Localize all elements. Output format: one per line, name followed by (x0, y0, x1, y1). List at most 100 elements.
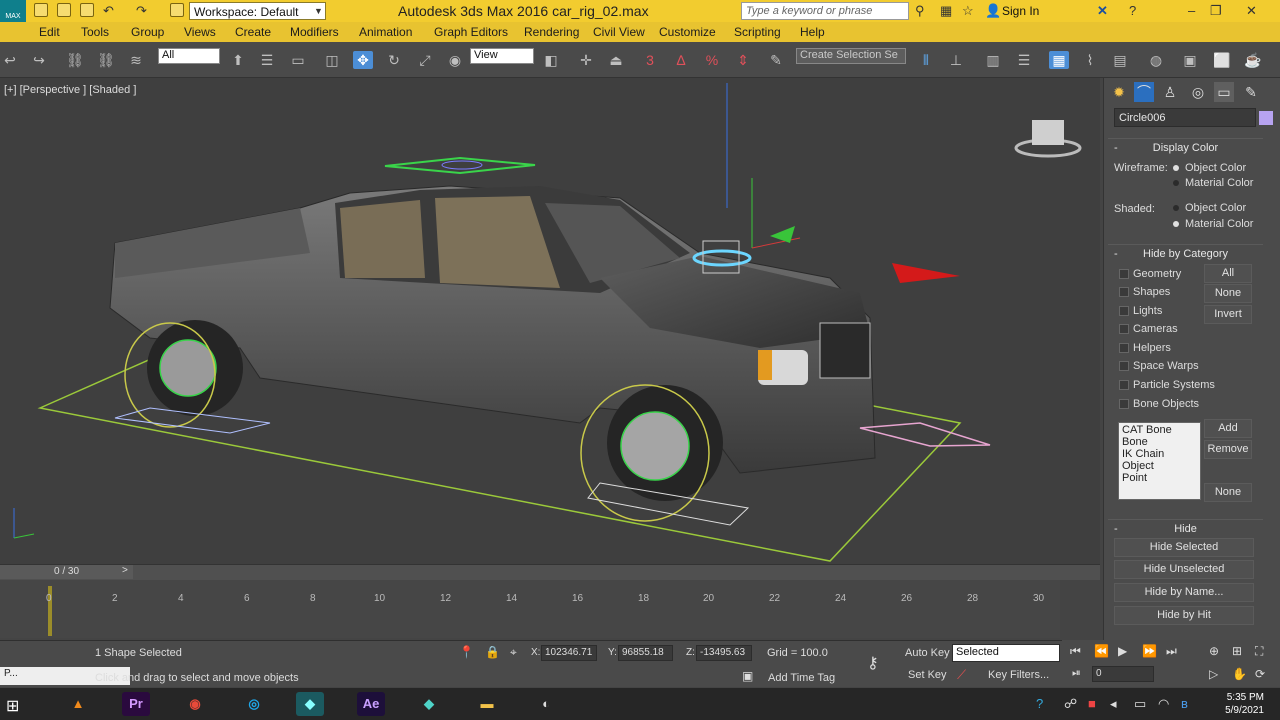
prev-frame-icon[interactable]: ⏪ (1094, 644, 1109, 658)
redo-icon[interactable]: ↷ (136, 3, 147, 19)
bone-objects-checkbox[interactable] (1119, 399, 1129, 409)
after-effects-icon[interactable]: Ae (357, 692, 385, 716)
list-remove-button[interactable]: Remove (1204, 440, 1252, 459)
file-explorer-icon[interactable]: ▬ (473, 692, 501, 716)
menu-views[interactable]: Views (184, 25, 216, 39)
goto-start-icon[interactable]: ⏮ (1070, 644, 1081, 659)
menu-civil-view[interactable]: Civil View (593, 25, 645, 39)
current-frame-field[interactable]: 0 (1092, 666, 1154, 682)
auto-key-button[interactable]: Auto Key (905, 647, 950, 659)
track-bar[interactable]: 0 2 4 6 8 10 12 14 16 18 20 22 24 26 28 … (0, 580, 1060, 638)
helpers-checkbox[interactable] (1119, 343, 1129, 353)
material-editor-icon[interactable]: ◍ (1146, 51, 1166, 69)
space-warps-checkbox[interactable] (1119, 361, 1129, 371)
toggle-scene-explorer-icon[interactable]: ▦ (1049, 51, 1069, 69)
add-time-tag[interactable]: Add Time Tag (768, 672, 835, 684)
new-file-icon[interactable] (34, 3, 48, 17)
angle-snap-icon[interactable]: ∆ (671, 51, 691, 69)
place-icon[interactable]: ◉ (445, 51, 465, 69)
zoom-extents-icon[interactable]: ⛶ (1255, 644, 1263, 659)
key-icon[interactable]: ⚷ (867, 653, 879, 673)
menu-tools[interactable]: Tools (81, 25, 109, 39)
chevron-down-icon[interactable]: ▼ (314, 6, 323, 16)
motion-tab-icon[interactable]: ◎ (1188, 82, 1208, 102)
hide-selected-button[interactable]: Hide Selected (1114, 538, 1254, 557)
menu-edit[interactable]: Edit (39, 25, 60, 39)
hide-by-name-button[interactable]: Hide by Name... (1114, 583, 1254, 602)
layer-manager-icon[interactable]: ☰ (1014, 51, 1034, 69)
time-tag-icon[interactable]: ▣ (742, 669, 753, 683)
category-none-button[interactable]: None (1204, 284, 1252, 303)
absolute-mode-icon[interactable]: ⌖ (510, 645, 517, 660)
scale-icon[interactable]: ⤢ (415, 51, 435, 69)
object-name-field[interactable]: Circle006 (1114, 108, 1256, 127)
menu-graph-editors[interactable]: Graph Editors (434, 25, 508, 39)
lights-checkbox[interactable] (1119, 306, 1129, 316)
list-item[interactable]: Point (1122, 472, 1197, 484)
named-selection-dropdown[interactable]: Create Selection Se (796, 48, 906, 64)
infocenter-icon[interactable]: ▦ (940, 3, 952, 19)
time-slider[interactable]: 0 / 30 (0, 565, 133, 579)
particle-systems-checkbox[interactable] (1119, 380, 1129, 390)
goto-end-icon[interactable]: ⏭ (1166, 644, 1177, 659)
key-mode-dropdown[interactable]: Selected (952, 644, 1060, 662)
menu-rendering[interactable]: Rendering (524, 25, 579, 39)
shaded-object-color-radio[interactable] (1173, 205, 1179, 211)
schematic-view-icon[interactable]: ▤ (1110, 51, 1130, 69)
help-icon[interactable]: ? (1129, 3, 1136, 18)
window-crossing-icon[interactable]: ◫ (322, 51, 342, 69)
align-icon[interactable]: ⊥ (946, 51, 966, 69)
key-mode-toggle-icon[interactable]: ⏯ (1072, 667, 1081, 680)
modify-tab-icon[interactable]: ⌒ (1134, 82, 1154, 102)
rotate-icon[interactable]: ↻ (384, 51, 404, 69)
utilities-tab-icon[interactable]: ✎ (1241, 82, 1261, 102)
menu-customize[interactable]: Customize (659, 25, 716, 39)
keyboard-shortcut-icon[interactable]: ⏏ (606, 51, 626, 69)
restore-icon[interactable]: ❐ (1210, 3, 1222, 19)
move-icon[interactable]: ✥ (353, 51, 373, 69)
project-folder-icon[interactable] (170, 3, 184, 17)
zoom-icon[interactable]: ⊕ (1209, 644, 1219, 658)
viewport-label[interactable]: [+] [Perspective ] [Shaded ] (4, 84, 136, 96)
close-icon[interactable]: ✕ (1246, 3, 1257, 19)
display-color-rollout[interactable]: Display Color (1108, 138, 1263, 156)
pivot-center-icon[interactable]: ◧ (541, 51, 561, 69)
spinner-snap-icon[interactable]: ⇕ (733, 51, 753, 69)
time-slider-track[interactable] (0, 564, 1100, 580)
chrome-icon[interactable]: ◉ (181, 692, 209, 716)
set-key-icon[interactable]: ⟋ (957, 667, 966, 683)
snaps-toggle-icon[interactable]: 3 (640, 51, 660, 69)
volume-tray-icon[interactable]: ◂ (1110, 696, 1117, 712)
create-tab-icon[interactable]: ✹ (1109, 82, 1129, 102)
category-list[interactable]: CAT Bone Bone IK Chain Object Point (1118, 422, 1201, 500)
list-item[interactable]: IK Chain Object (1122, 448, 1197, 472)
mirror-icon[interactable]: ⫴ (916, 51, 936, 69)
menu-modifiers[interactable]: Modifiers (290, 25, 339, 39)
object-color-swatch[interactable] (1259, 111, 1273, 125)
vlc-icon[interactable]: ▲ (64, 692, 92, 716)
menu-group[interactable]: Group (131, 25, 164, 39)
link-icon[interactable]: ⛓ (65, 51, 85, 69)
minimize-icon[interactable]: – (1188, 3, 1195, 18)
edit-named-sets-icon[interactable]: ✎ (766, 51, 786, 69)
system-clock[interactable]: 5:35 PM 5/9/2021 (1225, 691, 1264, 717)
hierarchy-tab-icon[interactable]: ♙ (1160, 82, 1180, 102)
select-object-icon[interactable]: ⬆ (228, 51, 248, 69)
render-setup-icon[interactable]: ▣ (1180, 51, 1200, 69)
hide-rollout[interactable]: Hide (1108, 519, 1263, 537)
app-logo[interactable]: MAX (0, 0, 26, 22)
orbit-icon[interactable]: ⟳ (1255, 667, 1265, 681)
antivirus-tray-icon[interactable]: ■ (1088, 696, 1096, 711)
unlink-icon[interactable]: ⛓ (96, 51, 116, 69)
hide-by-hit-button[interactable]: Hide by Hit (1114, 606, 1254, 625)
shapes-checkbox[interactable] (1119, 287, 1129, 297)
browser-icon[interactable]: ◎ (240, 692, 268, 716)
workspace-dropdown[interactable]: Workspace: Default (189, 2, 326, 20)
list-item[interactable]: CAT Bone (1122, 424, 1197, 436)
next-frame-icon[interactable]: ⏩ (1142, 644, 1157, 658)
z-coordinate-field[interactable]: -13495.63 (696, 645, 752, 661)
wireframe-object-color-radio[interactable] (1173, 165, 1179, 171)
bluetooth-tray-icon[interactable]: ʙ (1181, 696, 1188, 711)
undo-icon[interactable]: ↶ (103, 3, 114, 19)
selection-filter-dropdown[interactable]: All (158, 48, 220, 64)
